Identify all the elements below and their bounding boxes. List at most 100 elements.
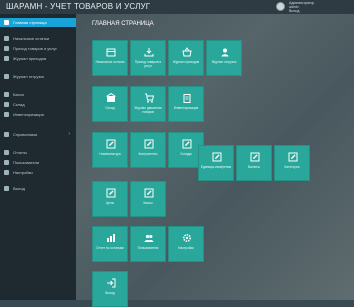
sidebar-item-label: Отчеты (13, 150, 27, 155)
tile-receipt[interactable]: Приход товаров и услуг (130, 40, 166, 76)
sidebar-item-label: Начальные остатки (13, 36, 50, 41)
report-icon (4, 150, 9, 155)
tile-exit[interactable]: Выход (92, 271, 128, 307)
sidebar-item-home[interactable]: Главная страница (0, 18, 76, 27)
clipboard-icon (4, 112, 9, 117)
gear-icon (4, 170, 9, 175)
sidebar: Главная страница Начальные остатки Прихо… (0, 14, 76, 300)
cash-icon (4, 92, 9, 97)
sidebar-item-exit[interactable]: Выход (0, 184, 76, 193)
warehouse-icon (106, 93, 116, 102)
tile-units[interactable]: Единицы измерения (198, 145, 234, 181)
sidebar-item-label: Приход товаров и услуг (13, 46, 57, 51)
sidebar-item-label: Журнал приходов (13, 56, 47, 61)
edit-icon (288, 152, 298, 162)
tile-movement-journal[interactable]: Журнал движения товаров (130, 86, 166, 122)
users-icon (4, 160, 9, 165)
box-icon (106, 48, 116, 57)
tile-users[interactable]: Пользователи (130, 226, 166, 262)
tile-settings[interactable]: Настройки (168, 226, 204, 262)
tile-shipment-journal[interactable]: Журнал отгрузок (206, 40, 242, 76)
tile-inventory[interactable]: Инвентаризация (168, 86, 204, 122)
tile-label: Отчет по остаткам (96, 246, 124, 250)
tile-label: Склад (105, 106, 115, 110)
app-title: ШАРАМН - УЧЕТ ТОВАРОВ И УСЛУГ (6, 2, 151, 11)
edit-icon (144, 139, 154, 149)
user-logout-link[interactable]: Выход (289, 9, 314, 13)
sidebar-item-label: Инвентаризация (13, 112, 44, 117)
tile-cashboxes[interactable]: Кассы (130, 181, 166, 217)
sidebar-item-users[interactable]: Пользователи (0, 158, 76, 167)
sidebar-item-label: Справочники (13, 132, 38, 137)
tile-label: Журнал отгрузок (211, 60, 237, 64)
logout-icon (107, 278, 116, 288)
logout-icon (4, 186, 9, 191)
sidebar-item-reports[interactable]: Отчеты (0, 148, 76, 157)
user-icon (221, 48, 229, 57)
warehouse-icon (4, 102, 9, 107)
box-icon (4, 36, 9, 41)
tile-label: Контрагенты (138, 152, 158, 156)
chevron-right-icon: › (68, 131, 70, 137)
users-icon (144, 234, 154, 242)
sidebar-item-opening-balances[interactable]: Начальные остатки (0, 34, 76, 43)
tile-opening-balances[interactable]: Начальные остатки (92, 40, 128, 76)
sidebar-item-label: Касса (13, 92, 24, 97)
sidebar-item-label: Выход (13, 186, 25, 191)
report-icon (107, 234, 115, 242)
tile-label: Журнал приходов (172, 60, 200, 64)
sidebar-item-label: Пользователи (13, 160, 40, 165)
tile-prices[interactable]: Цены (92, 181, 128, 217)
sidebar-item-receipt[interactable]: Приход товаров и услуг (0, 44, 76, 53)
user-info: Администратор admin Выход (289, 1, 314, 13)
tile-warehouse[interactable]: Склад (92, 86, 128, 122)
sidebar-item-label: Настройки (13, 170, 33, 175)
tile-contractors[interactable]: Контрагенты (130, 132, 166, 168)
sidebar-item-shipment-journal[interactable]: Журнал отгрузок (0, 72, 76, 81)
tile-currencies[interactable]: Валюты (236, 145, 272, 181)
edit-icon (106, 188, 116, 198)
tile-balance-report[interactable]: Отчет по остаткам (92, 226, 128, 262)
sidebar-item-cash[interactable]: Касса (0, 90, 76, 99)
home-icon (4, 20, 9, 25)
sidebar-item-label: Склад (13, 102, 25, 107)
tile-label: Кассы (143, 201, 153, 205)
tile-receipt-journal[interactable]: Журнал приходов (168, 40, 204, 76)
tile-label: Цены (105, 201, 115, 205)
edit-icon (212, 152, 222, 162)
book-icon (4, 132, 9, 137)
sidebar-item-receipt-journal[interactable]: Журнал приходов (0, 54, 76, 63)
tile-nomenclature[interactable]: Номенклатура (92, 132, 128, 168)
tile-label: Выход (105, 291, 115, 295)
tile-label: Приход товаров и услуг (134, 60, 162, 68)
sidebar-item-references[interactable]: Справочники › (0, 130, 76, 139)
edit-icon (182, 139, 192, 149)
gear-icon (182, 233, 192, 243)
sidebar-item-settings[interactable]: Настройки (0, 168, 76, 177)
journal-icon (4, 56, 9, 61)
tile-categories[interactable]: Категории (274, 145, 310, 181)
truck-icon (4, 74, 9, 79)
download-icon (144, 48, 154, 57)
top-bar: ШАРАМН - УЧЕТ ТОВАРОВ И УСЛУГ Администра… (0, 0, 354, 14)
avatar[interactable] (276, 2, 285, 11)
basket-icon (182, 47, 192, 57)
sidebar-item-label: Главная страница (13, 20, 47, 25)
download-icon (4, 46, 9, 51)
cart-icon (145, 93, 154, 103)
user-menu[interactable]: Администратор admin Выход (276, 1, 346, 13)
tile-label: Начальные остатки (95, 60, 125, 64)
tile-label: Категории (284, 165, 300, 169)
tile-label: Пользователи (137, 246, 159, 250)
clipboard-icon (183, 94, 191, 103)
edit-icon (144, 188, 154, 198)
main-content: ГЛАВНАЯ СТРАНИЦА Начальные остатки Прихо… (76, 14, 354, 307)
edit-icon (106, 139, 116, 149)
sidebar-item-warehouse[interactable]: Склад (0, 100, 76, 109)
sidebar-item-label: Журнал отгрузок (13, 74, 45, 79)
tile-label: Настройки (178, 246, 194, 250)
page-title: ГЛАВНАЯ СТРАНИЦА (92, 21, 154, 27)
sidebar-item-inventory[interactable]: Инвентаризация (0, 110, 76, 119)
tile-label: Валюты (248, 165, 260, 169)
edit-icon (250, 152, 260, 162)
